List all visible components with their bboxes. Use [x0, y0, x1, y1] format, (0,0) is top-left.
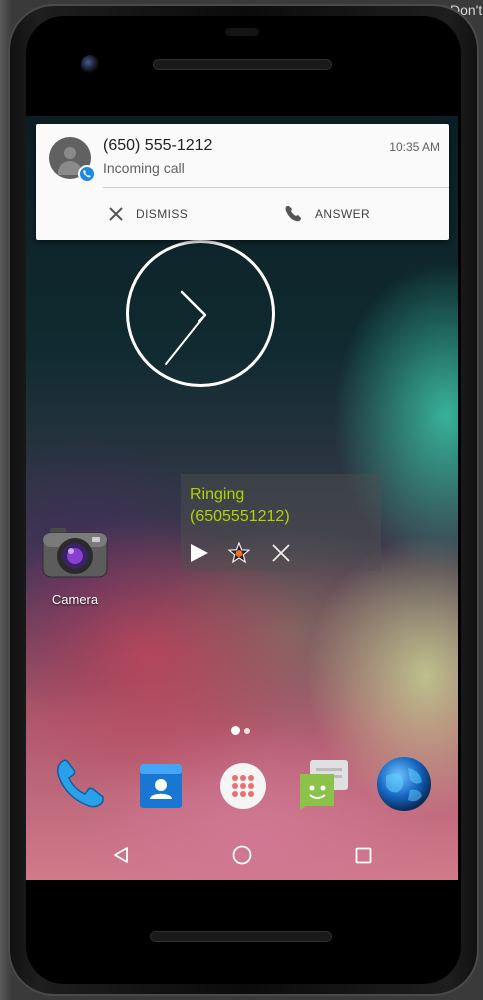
back-button[interactable]	[112, 846, 130, 864]
back-icon	[114, 847, 128, 863]
messaging-icon	[300, 760, 348, 810]
play-button[interactable]	[188, 542, 210, 564]
app-drawer-button[interactable]	[218, 761, 268, 811]
call-status: Ringing	[190, 486, 245, 503]
phone-badge-icon	[78, 165, 96, 183]
messaging-app[interactable]	[296, 758, 352, 812]
bottom-speaker	[150, 931, 332, 942]
camera-app-label: Camera	[51, 592, 99, 607]
hour-hand	[180, 290, 207, 317]
incoming-call-notification[interactable]: (650) 555-1212 10:35 AM Incoming call DI…	[36, 124, 449, 240]
minute-hand	[165, 314, 206, 365]
phone-app[interactable]	[53, 755, 109, 811]
recents-icon	[355, 847, 372, 864]
dismiss-button[interactable]: DISMISS	[108, 202, 188, 226]
sensor-slot	[225, 28, 259, 36]
star-icon	[227, 541, 251, 564]
notification-subtitle: Incoming call	[103, 160, 185, 176]
browser-app[interactable]	[376, 756, 432, 812]
page-indicator	[244, 728, 250, 734]
close-widget-button[interactable]	[270, 542, 292, 564]
notification-time: 10:35 AM	[389, 140, 440, 154]
answer-button[interactable]: ANSWER	[283, 202, 370, 226]
globe-icon	[377, 757, 431, 811]
page-indicator-active	[231, 726, 240, 735]
call-number: (6505551212)	[190, 508, 290, 525]
app-drawer-icon	[220, 763, 266, 809]
phone-icon	[57, 759, 104, 808]
home-icon	[232, 845, 252, 865]
clock-hands	[165, 290, 207, 365]
answer-label: ANSWER	[315, 207, 371, 221]
contacts-icon	[140, 764, 182, 808]
call-widget: Ringing (6505551212)	[181, 474, 381, 571]
phone-icon	[285, 206, 301, 222]
recents-button[interactable]	[355, 847, 372, 864]
close-icon	[109, 207, 123, 221]
camera-icon	[42, 528, 108, 578]
caller-number: (650) 555-1212	[103, 137, 213, 154]
contacts-app[interactable]	[136, 761, 186, 811]
home-button[interactable]	[232, 845, 252, 865]
analog-clock-widget[interactable]	[126, 240, 275, 387]
notification-divider	[103, 187, 449, 188]
front-camera	[81, 55, 99, 73]
earpiece-speaker	[153, 59, 332, 70]
camera-app[interactable]	[42, 522, 108, 580]
play-icon	[191, 544, 208, 562]
close-icon	[272, 544, 290, 562]
favorite-button[interactable]	[227, 541, 251, 564]
dismiss-label: DISMISS	[136, 207, 189, 221]
